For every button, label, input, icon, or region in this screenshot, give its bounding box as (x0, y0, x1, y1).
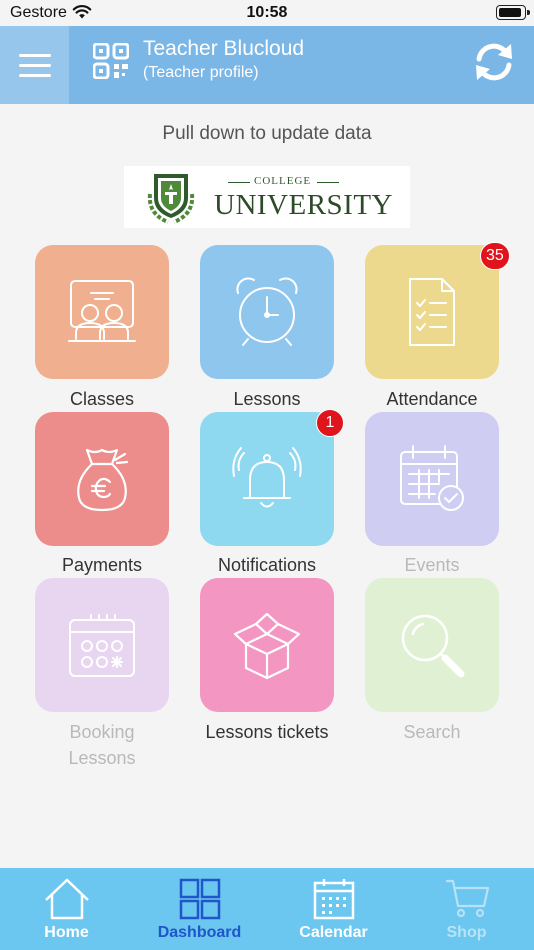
calendar-icon (313, 879, 355, 920)
university-logo: COLLEGE UNIVERSITY (124, 166, 410, 228)
payments-label: Payments (61, 555, 143, 575)
menu-button[interactable] (0, 26, 69, 104)
hamburger-icon (18, 53, 51, 57)
logo-university-text: UNIVERSITY (214, 189, 393, 221)
tab-calendar-label: Calendar (299, 924, 368, 941)
payments-tile[interactable] (35, 412, 169, 546)
search-tile (365, 578, 499, 712)
classroom-icon (68, 280, 136, 342)
pull-to-refresh-hint: Pull down to update data (162, 123, 372, 144)
lessons-tickets-label: Lessons tickets (205, 722, 329, 742)
battery-icon (496, 5, 530, 20)
attendance-tile[interactable] (365, 245, 499, 379)
cart-icon (446, 879, 490, 918)
clock: 10:58 (246, 4, 288, 21)
tab-shop-label: Shop (446, 924, 487, 941)
attendance-badge: 35 (480, 242, 510, 270)
money-bag-icon (77, 448, 129, 512)
notifications-badge: 1 (316, 409, 344, 437)
booking-calendar-icon (69, 614, 135, 677)
checklist-icon (409, 278, 455, 346)
sync-icon[interactable] (472, 40, 516, 84)
profile-type: (Teacher profile) (143, 64, 259, 81)
qr-code-icon[interactable] (93, 43, 129, 79)
tab-home-label: Home (44, 924, 89, 941)
attendance-label: Attendance (386, 389, 478, 409)
calendar-check-icon (400, 445, 464, 511)
app-header: Teacher Blucloud (Teacher profile) (0, 26, 534, 104)
logo-college-text: COLLEGE (254, 175, 312, 187)
tab-dashboard[interactable]: Dashboard (133, 868, 266, 950)
search-label: Search (403, 722, 461, 742)
tab-shop: Shop (400, 868, 533, 950)
magnifier-icon (401, 614, 465, 678)
tab-dashboard-label: Dashboard (157, 924, 242, 941)
alarm-clock-icon (236, 277, 298, 346)
home-icon (45, 878, 89, 920)
dashboard-grid-icon (179, 878, 221, 920)
notifications-tile[interactable] (200, 412, 334, 546)
notifications-label: Notifications (217, 555, 317, 575)
status-bar: Gestore 10:58 (0, 0, 534, 26)
lessons-label: Lessons (233, 389, 301, 409)
open-box-icon (233, 612, 301, 680)
tab-calendar[interactable]: Calendar (267, 868, 400, 950)
crest-icon (147, 174, 195, 224)
events-label: Events (404, 555, 460, 575)
events-tile (365, 412, 499, 546)
classes-tile[interactable] (35, 245, 169, 379)
tab-home[interactable]: Home (0, 868, 133, 950)
teacher-name: Teacher Blucloud (143, 37, 305, 60)
bottom-tab-bar: Home Dashboard Calendar Shop (0, 868, 534, 950)
lessons-tile[interactable] (200, 245, 334, 379)
booking-lessons-tile (35, 578, 169, 712)
bell-icon (232, 447, 302, 508)
booking-lessons-label: Booking Lessons (68, 722, 136, 768)
classes-label: Classes (69, 389, 135, 409)
lessons-tickets-tile[interactable] (200, 578, 334, 712)
